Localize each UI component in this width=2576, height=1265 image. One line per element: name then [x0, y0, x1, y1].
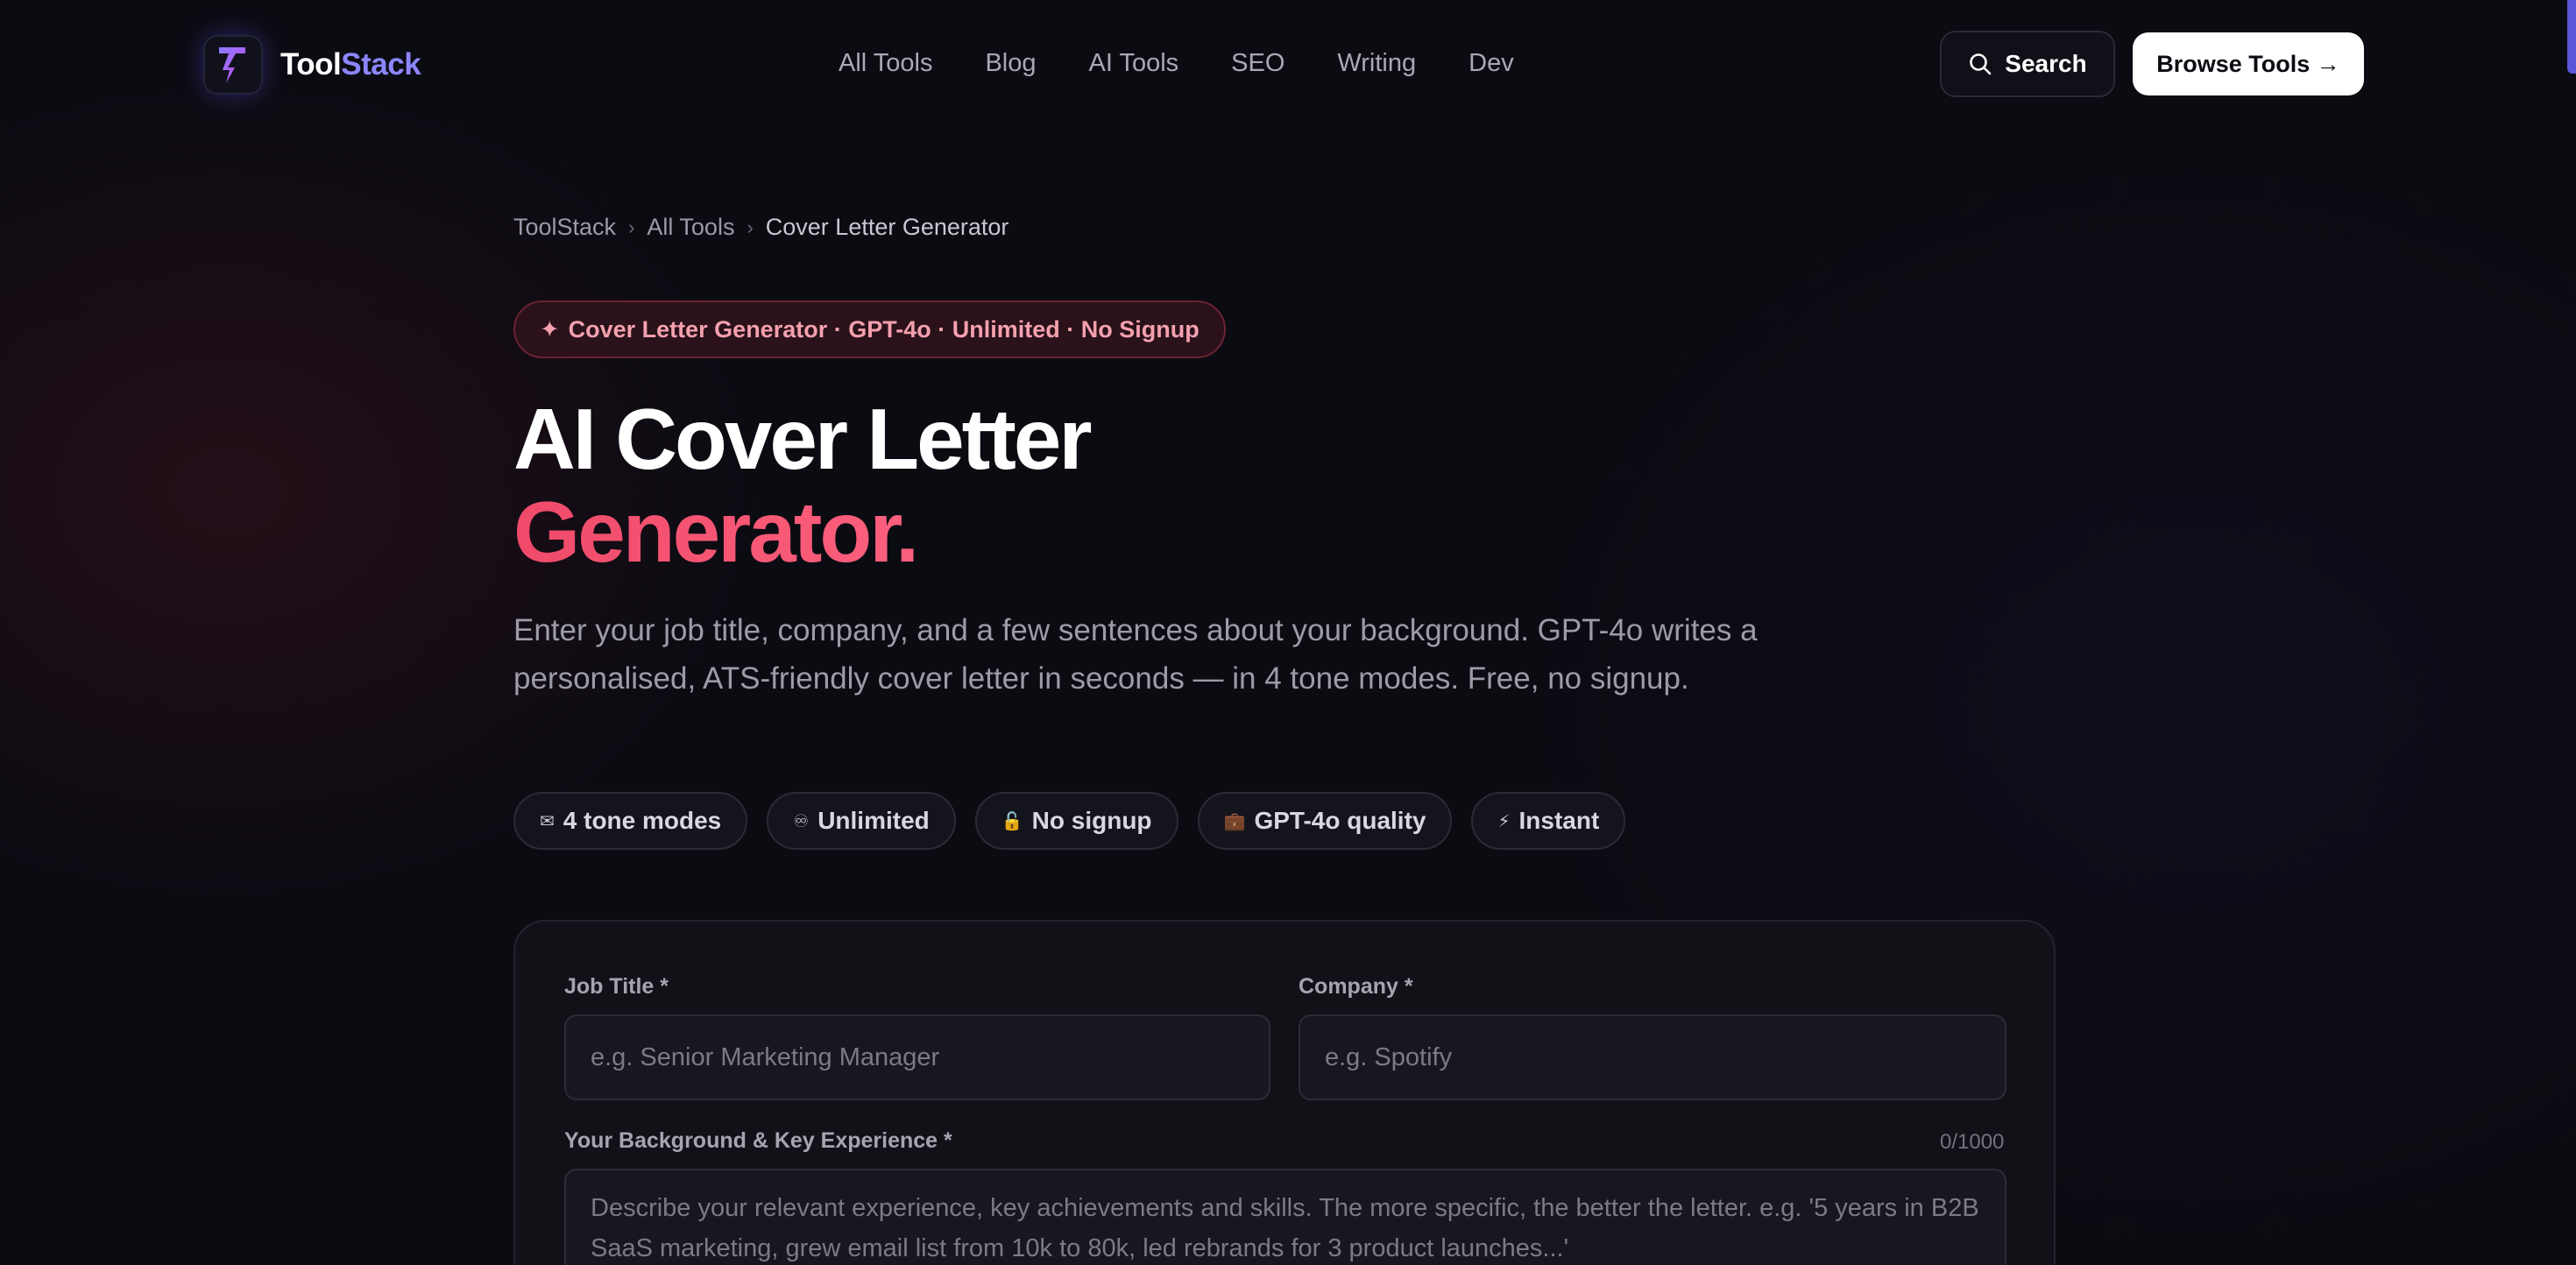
background-char-counter: 0/1000 [1940, 1130, 2005, 1154]
chip-label: GPT-4o quality [1254, 807, 1426, 834]
chip-instant: ⚡ Instant [1471, 792, 1626, 850]
brand-name-part2: Stack [341, 47, 421, 81]
page-subtitle: Enter your job title, company, and a few… [513, 613, 1758, 696]
brand-logo[interactable]: ToolStack [203, 35, 421, 95]
chip-tone-modes: ✉ 4 tone modes [513, 792, 748, 850]
unlock-icon: 🔓 [1001, 811, 1023, 831]
search-icon [1970, 53, 1992, 75]
cover-letter-form: Job Title * Company * Your Background & … [513, 920, 2056, 1265]
breadcrumb-item-toolstack[interactable]: ToolStack [513, 214, 616, 241]
browse-tools-button[interactable]: Browse Tools → [2133, 32, 2364, 95]
company-label: Company * [1299, 974, 1413, 999]
page-title-line1: AI Cover Letter [513, 391, 1093, 487]
nav-link-all-tools[interactable]: All Tools [839, 49, 932, 78]
infinity-icon: ♾ [793, 811, 810, 831]
chip-unlimited: ♾ Unlimited [767, 792, 956, 850]
lightning-icon: ⚡ [1497, 811, 1511, 831]
nav-link-seo[interactable]: SEO [1231, 49, 1284, 78]
site-header: ToolStack All Tools Blog AI Tools SEO Wr… [0, 0, 2576, 130]
search-button[interactable]: Search [1940, 31, 2115, 97]
chip-label: No signup [1031, 807, 1152, 834]
scrollbar-indicator[interactable] [2567, 0, 2576, 74]
breadcrumb-item-current: Cover Letter Generator [765, 214, 1009, 240]
brand-name: ToolStack [280, 47, 421, 82]
nav-link-ai-tools[interactable]: AI Tools [1089, 49, 1179, 78]
page-title-line2: Generator. [513, 485, 1090, 578]
chip-no-signup: 🔓 No signup [974, 792, 1178, 850]
breadcrumb-separator: › [628, 216, 635, 238]
brand-name-part1: Tool [280, 47, 342, 81]
nav-link-dev[interactable]: Dev [1468, 49, 1514, 78]
job-title-label: Job Title * [564, 974, 669, 999]
nav-link-writing[interactable]: Writing [1337, 49, 1416, 78]
breadcrumb-item-all-tools[interactable]: All Tools [647, 214, 734, 241]
background-textarea[interactable] [564, 1169, 2006, 1265]
briefcase-icon: 💼 [1223, 811, 1246, 831]
chip-label: 4 tone modes [563, 807, 722, 834]
job-title-input[interactable] [564, 1014, 1270, 1100]
feature-badge-text: Cover Letter Generator · GPT-4o · Unlimi… [568, 315, 1200, 343]
envelope-icon: ✉ [540, 811, 555, 831]
lightning-bolt-logo-icon [203, 35, 263, 95]
feature-chips: ✉ 4 tone modes ♾ Unlimited 🔓 No signup 💼… [513, 792, 1626, 850]
feature-badge: ✦ Cover Letter Generator · GPT-4o · Unli… [513, 300, 1226, 358]
main-nav: All Tools Blog AI Tools SEO Writing Dev [839, 49, 1514, 78]
search-button-label: Search [2005, 50, 2087, 77]
company-input[interactable] [1299, 1014, 2006, 1100]
page-title: AI Cover Letter Generator. [513, 391, 1093, 578]
chip-label: Instant [1518, 807, 1600, 834]
chip-label: Unlimited [817, 807, 930, 834]
nav-link-blog[interactable]: Blog [985, 49, 1036, 78]
breadcrumb-separator: › [747, 216, 754, 238]
background-label: Your Background & Key Experience * [564, 1128, 952, 1153]
sparkle-icon: ✦ [540, 315, 560, 343]
chip-gpt4o-quality: 💼 GPT-4o quality [1197, 792, 1453, 850]
breadcrumb: ToolStack › All Tools › Cover Letter Gen… [513, 214, 1008, 241]
